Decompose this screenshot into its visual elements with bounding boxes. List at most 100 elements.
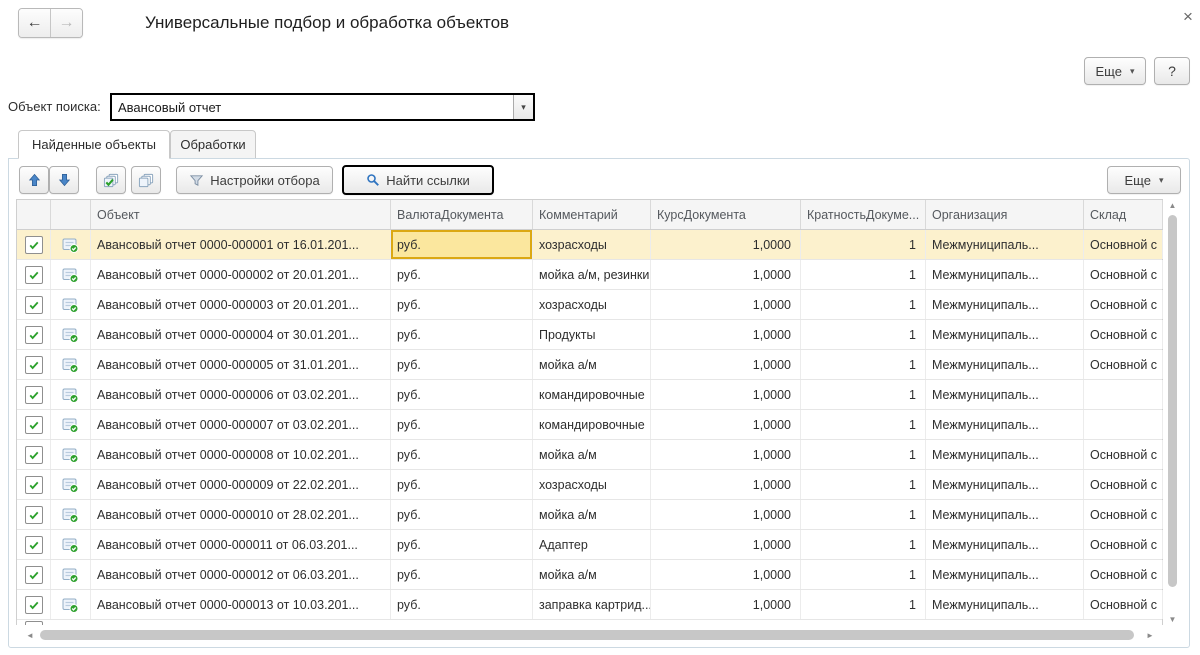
more-button-top[interactable]: Еще ▾	[1084, 57, 1146, 85]
forward-arrow-icon[interactable]: →	[51, 9, 82, 37]
cell-org[interactable]: Межмуниципаль...	[926, 320, 1084, 349]
table-row[interactable]: Авансовый отчет 0000-000007 от 03.02.201…	[17, 410, 1162, 440]
tab-found-objects[interactable]: Найденные объекты	[18, 130, 170, 159]
find-links-button[interactable]: Найти ссылки	[342, 165, 494, 195]
cell-mult[interactable]: 1	[801, 260, 926, 289]
move-down-button[interactable]	[49, 166, 79, 194]
cell-wh[interactable]: Основной с	[1084, 260, 1163, 289]
row-checkbox[interactable]	[25, 266, 43, 284]
horizontal-scrollbar-thumb[interactable]	[40, 630, 1134, 640]
cell-org[interactable]: Межмуниципаль...	[926, 440, 1084, 469]
row-checkbox[interactable]	[25, 236, 43, 254]
tab-processors[interactable]: Обработки	[170, 130, 256, 159]
more-button-grid[interactable]: Еще ▾	[1107, 166, 1181, 194]
scroll-down-icon[interactable]: ▼	[1166, 613, 1179, 625]
cell-wh[interactable]: Основной с	[1084, 560, 1163, 589]
cell-rate[interactable]: 1,0000	[651, 230, 801, 259]
table-row[interactable]: Авансовый отчет 0000-000005 от 31.01.201…	[17, 350, 1162, 380]
cell-object[interactable]: Авансовый отчет 0000-000011 от 06.03.201…	[91, 530, 391, 559]
cell-currency[interactable]: руб.	[391, 500, 533, 529]
close-icon[interactable]: ×	[1178, 7, 1198, 27]
cell-org[interactable]: Межмуниципаль...	[926, 380, 1084, 409]
column-header-wh[interactable]: Склад	[1084, 200, 1163, 229]
search-object-input[interactable]	[112, 95, 513, 119]
table-row[interactable]: Авансовый отчет 0000-000006 от 03.02.201…	[17, 380, 1162, 410]
cell-org[interactable]: Межмуниципаль...	[926, 470, 1084, 499]
cell-rate[interactable]: 1,0000	[651, 320, 801, 349]
cell-rate[interactable]: 1,0000	[651, 380, 801, 409]
cell-object[interactable]: Авансовый отчет 0000-000007 от 03.02.201…	[91, 410, 391, 439]
cell-comment[interactable]: хозрасходы	[533, 470, 651, 499]
cell-comment[interactable]: мойка а/м, резинки	[533, 260, 651, 289]
table-row[interactable]: Авансовый отчет 0000-000010 от 28.02.201…	[17, 500, 1162, 530]
row-checkbox[interactable]	[25, 326, 43, 344]
cell-object[interactable]: Авансовый отчет 0000-000001 от 16.01.201…	[91, 230, 391, 259]
cell-org[interactable]: Межмуниципаль...	[926, 260, 1084, 289]
cell-object[interactable]: Авансовый отчет 0000-000010 от 28.02.201…	[91, 500, 391, 529]
cell-rate[interactable]: 1,0000	[651, 560, 801, 589]
cell-currency[interactable]: руб.	[391, 260, 533, 289]
cell-mult[interactable]: 1	[801, 410, 926, 439]
cell-comment[interactable]: Адаптер	[533, 530, 651, 559]
cell-comment[interactable]: мойка а/м	[533, 500, 651, 529]
cell-mult[interactable]: 1	[801, 230, 926, 259]
cell-comment[interactable]: Продукты	[533, 320, 651, 349]
row-checkbox[interactable]	[25, 566, 43, 584]
cell-comment[interactable]: мойка а/м	[533, 560, 651, 589]
cell-mult[interactable]: 1	[801, 350, 926, 379]
cell-rate[interactable]: 1,0000	[651, 590, 801, 619]
column-header-currency[interactable]: ВалютаДокумента	[391, 200, 533, 229]
cell-wh[interactable]: Основной с	[1084, 470, 1163, 499]
cell-mult[interactable]: 1	[801, 500, 926, 529]
table-row[interactable]: Авансовый отчет 0000-000004 от 30.01.201…	[17, 320, 1162, 350]
cell-comment[interactable]: хозрасходы	[533, 290, 651, 319]
cell-wh[interactable]	[1084, 380, 1163, 409]
cell-comment[interactable]: мойка а/м	[533, 350, 651, 379]
filter-settings-button[interactable]: Настройки отбора	[176, 166, 333, 194]
cell-currency[interactable]: руб.	[391, 320, 533, 349]
row-checkbox[interactable]	[25, 356, 43, 374]
cell-currency[interactable]: руб.	[391, 350, 533, 379]
cell-rate[interactable]: 1,0000	[651, 530, 801, 559]
cell-rate[interactable]: 1,0000	[651, 260, 801, 289]
cell-currency[interactable]: руб.	[391, 380, 533, 409]
cell-org[interactable]: Межмуниципаль...	[926, 350, 1084, 379]
cell-rate[interactable]: 1,0000	[651, 410, 801, 439]
row-checkbox[interactable]	[25, 416, 43, 434]
cell-org[interactable]: Межмуниципаль...	[926, 500, 1084, 529]
cell-wh[interactable]: Основной с	[1084, 590, 1163, 619]
cell-currency[interactable]: руб.	[391, 590, 533, 619]
cell-comment[interactable]: заправка картрид...	[533, 590, 651, 619]
table-row[interactable]: Авансовый отчет 0000-000012 от 06.03.201…	[17, 560, 1162, 590]
cell-org[interactable]: Межмуниципаль...	[926, 410, 1084, 439]
cell-object[interactable]: Авансовый отчет 0000-000013 от 10.03.201…	[91, 590, 391, 619]
cell-mult[interactable]: 1	[801, 560, 926, 589]
column-header-rate[interactable]: КурсДокумента	[651, 200, 801, 229]
cell-mult[interactable]: 1	[801, 320, 926, 349]
cell-wh[interactable]: Основной с	[1084, 320, 1163, 349]
cell-mult[interactable]: 1	[801, 530, 926, 559]
cell-org[interactable]: Межмуниципаль...	[926, 530, 1084, 559]
cell-mult[interactable]: 1	[801, 380, 926, 409]
row-checkbox[interactable]	[25, 446, 43, 464]
cell-currency[interactable]: руб.	[391, 560, 533, 589]
table-row[interactable]: Авансовый отчет 0000-000003 от 20.01.201…	[17, 290, 1162, 320]
column-header-mult[interactable]: КратностьДокуме...	[801, 200, 926, 229]
cell-comment[interactable]: командировочные	[533, 380, 651, 409]
table-row[interactable]: Авансовый отчет 0000-000009 от 22.02.201…	[17, 470, 1162, 500]
column-header-object[interactable]: Объект	[91, 200, 391, 229]
cell-org[interactable]: Межмуниципаль...	[926, 560, 1084, 589]
table-row[interactable]: Авансовый отчет 0000-000011 от 06.03.201…	[17, 530, 1162, 560]
vertical-scrollbar-thumb[interactable]	[1168, 215, 1177, 587]
help-button[interactable]: ?	[1154, 57, 1190, 85]
combobox-dropdown-button[interactable]: ▾	[513, 95, 533, 119]
cell-wh[interactable]	[1084, 410, 1163, 439]
cell-comment[interactable]: командировочные	[533, 410, 651, 439]
cell-object[interactable]: Авансовый отчет 0000-000008 от 10.02.201…	[91, 440, 391, 469]
cell-mult[interactable]: 1	[801, 470, 926, 499]
cell-object[interactable]: Авансовый отчет 0000-000002 от 20.01.201…	[91, 260, 391, 289]
cell-object[interactable]: Авансовый отчет 0000-000005 от 31.01.201…	[91, 350, 391, 379]
column-header-comment[interactable]: Комментарий	[533, 200, 651, 229]
table-row[interactable]: Авансовый отчет 0000-000001 от 16.01.201…	[17, 230, 1162, 260]
back-arrow-icon[interactable]: ←	[19, 9, 51, 37]
